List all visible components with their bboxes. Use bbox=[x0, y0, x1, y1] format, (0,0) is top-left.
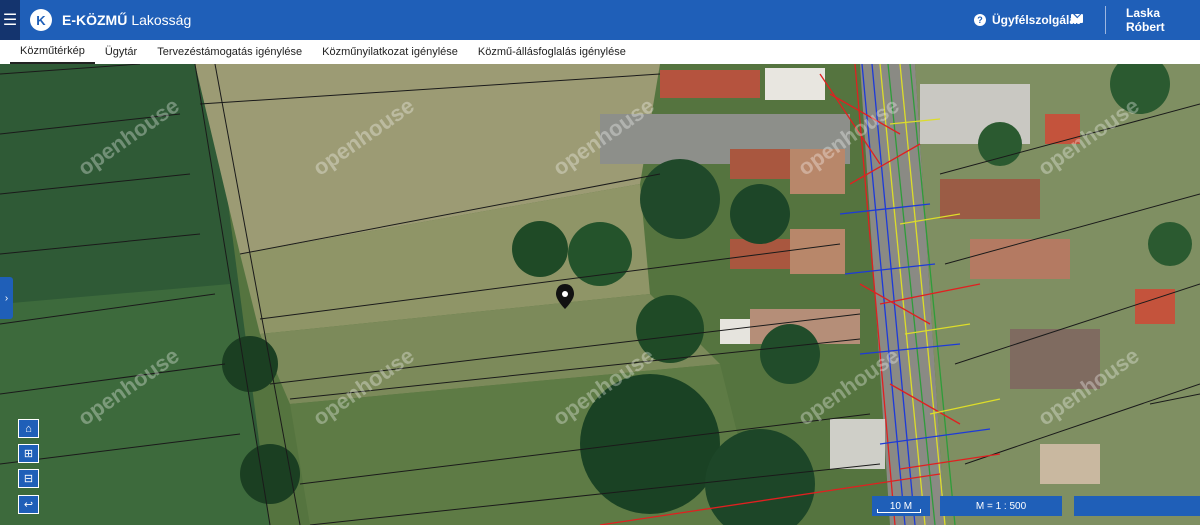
support-label: Ügyfélszolgálat bbox=[992, 13, 1081, 27]
mail-icon[interactable] bbox=[1071, 14, 1083, 23]
home-button[interactable]: ⌂ bbox=[18, 419, 39, 438]
zoom-in-button[interactable]: ⊞ bbox=[18, 444, 39, 463]
scale-ratio: M = 1 : 500 bbox=[940, 496, 1062, 516]
support-link[interactable]: ? Ügyfélszolgálat bbox=[974, 0, 1080, 40]
side-panel-toggle[interactable]: › bbox=[0, 277, 13, 319]
tab-tervezestamogatas[interactable]: Tervezéstámogatás igénylése bbox=[147, 40, 312, 64]
section-name: Lakosság bbox=[131, 12, 192, 28]
user-menu[interactable]: Laska Róbert bbox=[1126, 0, 1200, 40]
map-canvas[interactable]: openhouse openhouse openhouse openhouse … bbox=[0, 64, 1200, 525]
zoom-in-icon: ⊞ bbox=[23, 448, 34, 460]
app-title: E-KÖZMŰ Lakosság bbox=[62, 12, 191, 28]
zoom-out-button[interactable]: ⊟ bbox=[18, 469, 39, 488]
app-logo: K bbox=[30, 9, 52, 31]
undo-icon: ↩ bbox=[23, 499, 34, 511]
scale-bar bbox=[877, 509, 921, 513]
tab-ugytar[interactable]: Ügytár bbox=[95, 40, 147, 64]
zoom-out-icon: ⊟ bbox=[23, 473, 34, 485]
header-divider bbox=[1105, 6, 1106, 34]
home-icon: ⌂ bbox=[25, 422, 32, 435]
coordinate-box bbox=[1074, 496, 1200, 516]
aerial-imagery bbox=[0, 64, 1200, 525]
ratio-text: M = 1 : 500 bbox=[975, 500, 1027, 512]
user-name: Laska Róbert bbox=[1126, 6, 1165, 34]
tab-kozmu-allasfoglalas[interactable]: Közmű-állásfoglalás igénylése bbox=[468, 40, 636, 64]
top-bar: ☰ K E-KÖZMŰ Lakosság ? Ügyfélszolgálat La… bbox=[0, 0, 1200, 40]
brand-name: E-KÖZMŰ bbox=[62, 12, 128, 28]
undo-button[interactable]: ↩ bbox=[18, 495, 39, 514]
help-icon: ? bbox=[974, 14, 986, 26]
scale-indicator: 10 M bbox=[872, 496, 930, 516]
tab-kozmunyilatkozat[interactable]: Közműnyilatkozat igénylése bbox=[312, 40, 468, 64]
menu-icon[interactable]: ☰ bbox=[0, 0, 20, 40]
tab-kozmuterkep[interactable]: Közműtérkép bbox=[10, 40, 95, 64]
nav-tabs: Közműtérkép Ügytár Tervezéstámogatás igé… bbox=[0, 40, 1200, 64]
